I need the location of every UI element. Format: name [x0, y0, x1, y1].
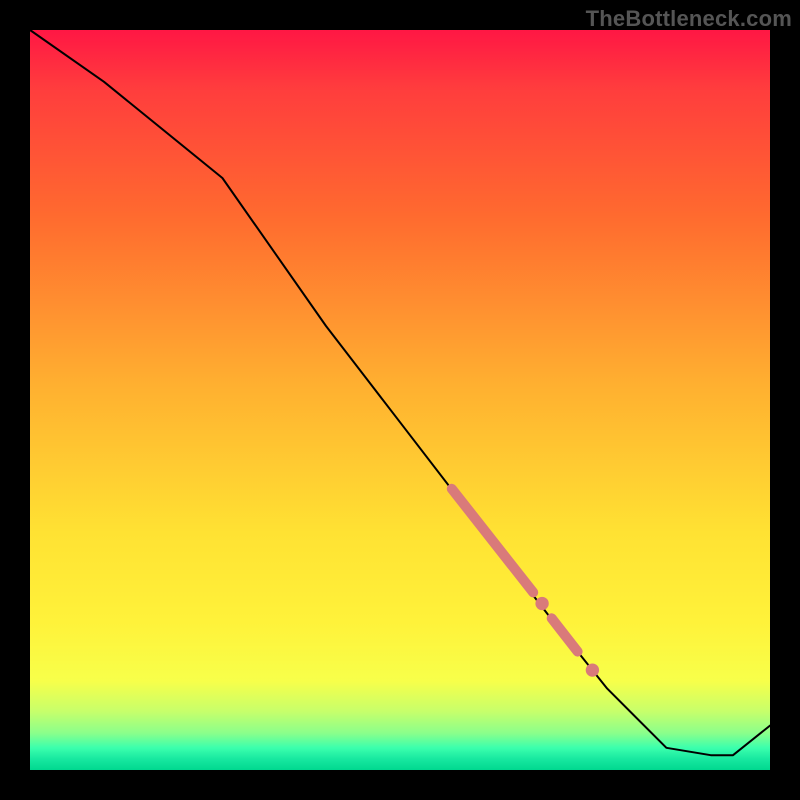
highlight-markers [452, 489, 599, 677]
highlight-dash-1 [552, 618, 578, 651]
watermark-text: TheBottleneck.com [586, 6, 792, 32]
highlight-dot-1 [535, 597, 548, 610]
highlight-segment [452, 489, 533, 593]
highlight-dot-2 [586, 663, 599, 676]
chart-frame: TheBottleneck.com [0, 0, 800, 800]
chart-svg [30, 30, 770, 770]
curve-path [30, 30, 770, 755]
plot-area [30, 30, 770, 770]
